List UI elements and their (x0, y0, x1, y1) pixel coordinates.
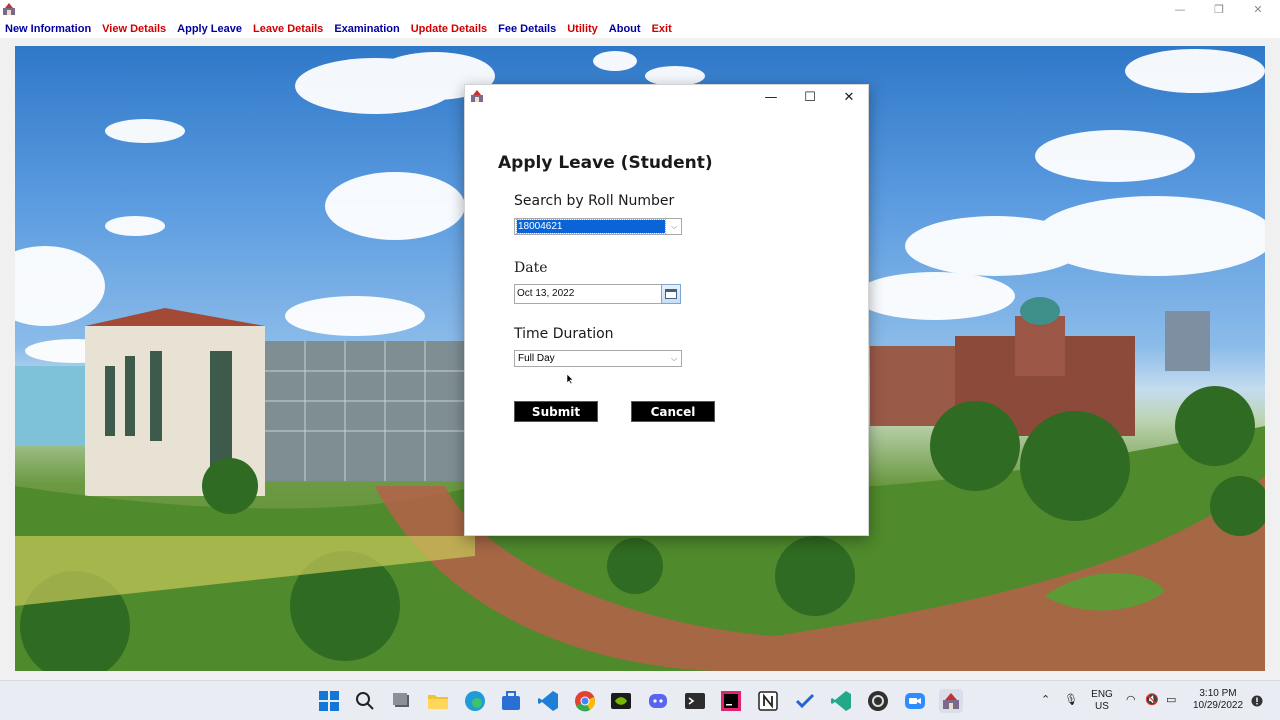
windows-start-icon[interactable] (317, 689, 341, 713)
clock[interactable]: 3:10 PM 10/29/2022 (1188, 688, 1248, 712)
main-window-titlebar: — ❐ ✕ (0, 0, 1280, 19)
close-window-button[interactable]: ✕ (1238, 0, 1278, 19)
windows-taskbar: ⌃ 🎙 ENG US ◠ 🔇 ▭ 3:10 PM 10/29/2022 (0, 680, 1280, 720)
apply-leave-dialog: — ☐ ✕ Apply Leave (Student) Search by Ro… (464, 84, 869, 536)
obs-icon[interactable] (866, 689, 890, 713)
discord-icon[interactable] (646, 689, 670, 713)
speaker-muted-icon[interactable]: 🔇 (1145, 693, 1159, 706)
time-duration-combobox[interactable]: Full Day ⌵ (514, 350, 682, 367)
terminal-icon[interactable] (683, 689, 707, 713)
todo-icon[interactable] (793, 689, 817, 713)
submit-button[interactable]: Submit (514, 401, 598, 422)
java-app-icon[interactable] (939, 689, 963, 713)
dialog-titlebar: — ☐ ✕ (465, 85, 868, 109)
edge-icon[interactable] (463, 689, 487, 713)
restore-window-button[interactable]: ❐ (1199, 0, 1239, 19)
chevron-up-icon[interactable]: ⌃ (1041, 693, 1050, 706)
java-app-icon (471, 90, 483, 102)
cancel-button[interactable]: Cancel (631, 401, 715, 422)
menu-bar: New Information View Details Apply Leave… (0, 19, 1280, 38)
intellij-icon[interactable] (719, 689, 743, 713)
roll-number-label: Search by Roll Number (514, 193, 675, 209)
date-label: Date (514, 260, 548, 276)
dialog-heading: Apply Leave (Student) (498, 153, 713, 173)
chevron-down-icon[interactable]: ⌵ (667, 351, 681, 366)
java-app-icon (3, 3, 15, 15)
nvidia-icon[interactable] (609, 689, 633, 713)
minimize-window-button[interactable]: — (1160, 0, 1200, 19)
dialog-minimize-button[interactable]: — (752, 85, 790, 109)
zoom-icon[interactable] (903, 689, 927, 713)
chrome-icon[interactable] (573, 689, 597, 713)
menu-update-details[interactable]: Update Details (411, 23, 487, 35)
file-explorer-icon[interactable] (426, 689, 450, 713)
vscode-insiders-icon[interactable] (829, 689, 853, 713)
clock-date: 10/29/2022 (1192, 700, 1244, 711)
chevron-down-icon[interactable]: ⌵ (667, 219, 681, 234)
menu-utility[interactable]: Utility (567, 23, 598, 35)
menu-new-information[interactable]: New Information (5, 23, 91, 35)
mouse-cursor-icon (566, 373, 574, 385)
menu-fee-details[interactable]: Fee Details (498, 23, 556, 35)
menu-exit[interactable]: Exit (652, 23, 672, 35)
date-field[interactable]: Oct 13, 2022 (514, 284, 662, 304)
language-bottom: US (1095, 701, 1109, 712)
menu-about[interactable]: About (609, 23, 641, 35)
menu-leave-details[interactable]: Leave Details (253, 23, 323, 35)
time-duration-value: Full Day (518, 353, 555, 364)
menu-examination[interactable]: Examination (334, 23, 399, 35)
microphone-icon[interactable]: 🎙 (1064, 693, 1078, 706)
notification-icon[interactable] (1251, 695, 1263, 707)
dialog-maximize-button[interactable]: ☐ (791, 85, 829, 109)
language-indicator[interactable]: ENG US (1090, 689, 1114, 713)
notion-icon[interactable] (756, 689, 780, 713)
roll-number-value: 18004621 (516, 219, 666, 234)
language-top: ENG (1091, 689, 1113, 700)
roll-number-combobox[interactable]: 18004621 ⌵ (514, 218, 682, 235)
search-icon[interactable] (353, 689, 377, 713)
time-duration-label: Time Duration (514, 326, 614, 342)
store-icon[interactable] (499, 689, 523, 713)
menu-apply-leave[interactable]: Apply Leave (177, 23, 242, 35)
calendar-picker-button[interactable] (661, 284, 681, 304)
wifi-icon[interactable]: ◠ (1126, 693, 1136, 706)
menu-view-details[interactable]: View Details (102, 23, 166, 35)
dialog-close-button[interactable]: ✕ (830, 85, 868, 109)
clock-time: 3:10 PM (1199, 688, 1237, 699)
calendar-icon (665, 289, 677, 299)
vscode-icon[interactable] (536, 689, 560, 713)
battery-icon[interactable]: ▭ (1166, 693, 1176, 706)
task-view-icon[interactable] (390, 689, 414, 713)
